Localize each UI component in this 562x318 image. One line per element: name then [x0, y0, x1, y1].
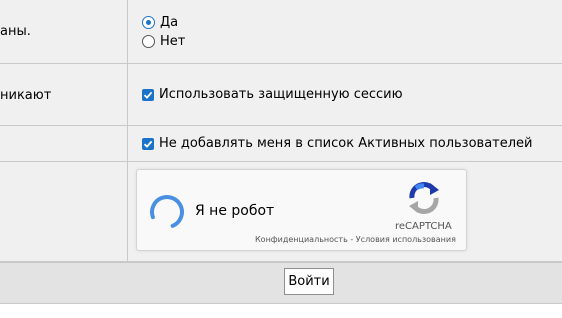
form-row-radio: аны. Да Нет — [0, 0, 562, 64]
checkmark-icon — [143, 91, 153, 99]
radio-yes-label: Да — [160, 15, 179, 30]
row-label: аны. — [0, 24, 31, 39]
recaptcha-spinner-icon[interactable] — [147, 192, 187, 232]
recaptcha-label: Я не робот — [195, 203, 275, 219]
recaptcha-terms-link[interactable]: Условия использования — [356, 235, 456, 244]
secure-session-checkbox-option[interactable]: Использовать защищенную сессию — [142, 87, 403, 102]
row-label: никают — [0, 88, 52, 103]
row-label-cell: никают — [0, 64, 128, 125]
recaptcha-separator: - — [347, 235, 356, 244]
recaptcha-privacy-link[interactable]: Конфиденциальность — [255, 235, 348, 244]
checkmark-icon — [143, 140, 153, 148]
radio-no-button[interactable] — [142, 35, 155, 48]
radio-yes[interactable]: Да — [142, 15, 178, 30]
form-footer — [0, 262, 562, 304]
recaptcha-brand: reCAPTCHA — [395, 221, 452, 232]
radio-no[interactable]: Нет — [142, 34, 185, 49]
hide-active-label: Не добавлять меня в список Активных поль… — [159, 136, 533, 151]
hide-active-checkbox-option[interactable]: Не добавлять меня в список Активных поль… — [142, 136, 532, 151]
form-row-hide-active: Не добавлять меня в список Активных поль… — [0, 126, 562, 162]
recaptcha-logo-icon — [409, 182, 439, 214]
radio-no-label: Нет — [160, 34, 186, 49]
hide-active-checkbox[interactable] — [142, 137, 154, 150]
row-label-cell — [0, 162, 128, 261]
row-label-cell: аны. — [0, 0, 128, 63]
secure-session-label: Использовать защищенную сессию — [159, 87, 403, 102]
recaptcha-widget: Я не робот reCAPTCHA Конфиденциальность … — [136, 169, 467, 251]
secure-session-checkbox[interactable] — [142, 88, 154, 101]
form-row-secure-session: никают Использовать защищенную сессию — [0, 64, 562, 126]
row-label-cell — [0, 126, 128, 161]
login-button[interactable]: Войти — [284, 268, 334, 295]
recaptcha-links: Конфиденциальность - Условия использован… — [255, 235, 456, 244]
radio-yes-button[interactable] — [142, 16, 155, 29]
